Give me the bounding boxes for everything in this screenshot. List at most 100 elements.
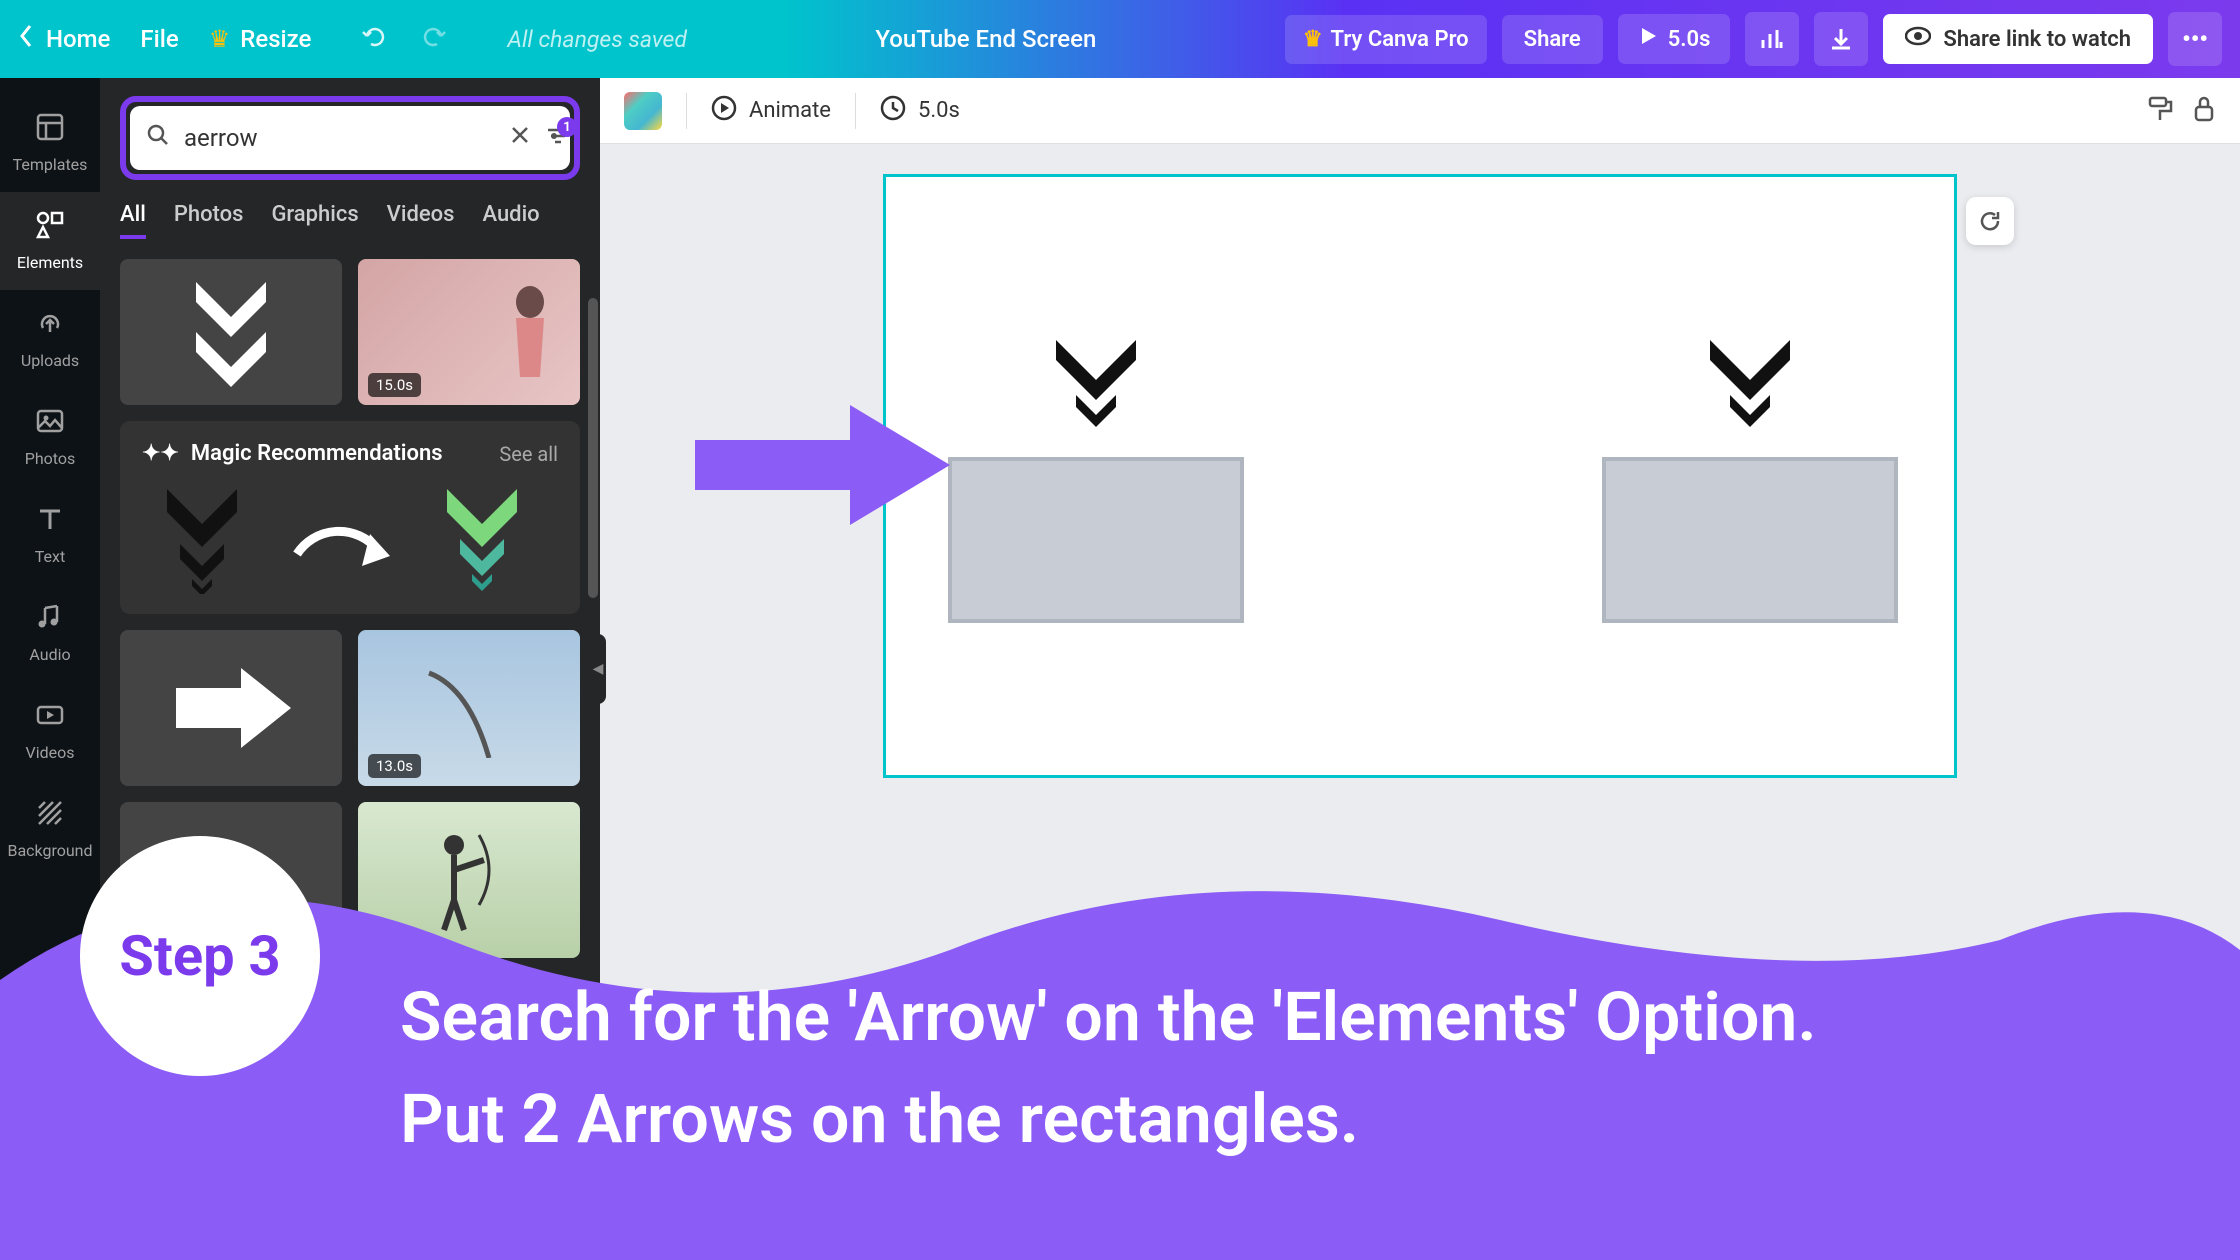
color-picker-button[interactable]	[624, 92, 662, 130]
left-sidebar: Templates Elements Uploads Photos Text A…	[0, 78, 100, 1260]
animate-label: Animate	[749, 98, 831, 123]
tab-all[interactable]: All	[120, 202, 146, 239]
filter-tabs: All Photos Graphics Videos Audio	[120, 202, 580, 239]
sidebar-item-audio[interactable]: Audio	[0, 584, 100, 682]
text-label: Text	[35, 547, 65, 566]
refresh-icon	[1978, 209, 2002, 233]
share-button[interactable]: Share	[1502, 15, 1603, 64]
crown-icon: ♛	[209, 25, 231, 53]
result-row: 15.0s	[120, 259, 580, 405]
result-video-runner[interactable]: 15.0s	[358, 259, 580, 405]
canvas-element-rectangle-2[interactable]	[1602, 457, 1898, 623]
search-input[interactable]	[184, 124, 495, 152]
undo-icon[interactable]	[361, 24, 389, 55]
elements-label: Elements	[17, 253, 83, 272]
background-label: Background	[7, 841, 92, 860]
see-all-button[interactable]: See all	[499, 442, 558, 466]
tab-videos[interactable]: Videos	[387, 202, 455, 239]
sidebar-item-photos[interactable]: Photos	[0, 388, 100, 486]
tab-graphics[interactable]: Graphics	[271, 202, 358, 239]
redo-icon[interactable]	[419, 24, 447, 55]
search-filter-button[interactable]: 1	[545, 123, 571, 153]
share-link-button[interactable]: Share link to watch	[1883, 14, 2153, 64]
paint-roller-icon[interactable]	[2146, 95, 2174, 127]
result-graphic-double-chevron[interactable]	[120, 259, 342, 405]
home-label: Home	[46, 25, 110, 53]
result-graphic-thin-arrow[interactable]	[120, 802, 342, 958]
magic-item-green-chevron[interactable]	[422, 484, 542, 594]
animate-button[interactable]: Animate	[711, 95, 831, 127]
document-title[interactable]: YouTube End Screen	[687, 25, 1285, 53]
right-arrow-icon	[166, 663, 296, 753]
design-canvas[interactable]	[883, 174, 1957, 778]
crown-icon: ♛	[1303, 27, 1323, 52]
search-icon	[146, 123, 170, 153]
sidebar-item-text[interactable]: Text	[0, 486, 100, 584]
sidebar-item-background[interactable]: Background	[0, 780, 100, 878]
elements-panel: 1 All Photos Graphics Videos Audio 15.0s	[100, 78, 600, 1260]
clear-search-button[interactable]	[509, 123, 531, 153]
chevron-left-icon	[18, 24, 34, 54]
resize-button[interactable]: ♛ Resize	[209, 25, 312, 53]
insights-button[interactable]	[1745, 12, 1799, 66]
photos-icon	[35, 406, 65, 443]
canvas-element-arrow-1[interactable]	[1046, 335, 1146, 439]
magic-header: ✦✦ Magic Recommendations See all	[142, 441, 558, 466]
home-button[interactable]: Home	[18, 24, 110, 54]
search-box: 1	[130, 106, 570, 170]
tab-photos[interactable]: Photos	[174, 202, 244, 239]
uploads-label: Uploads	[21, 351, 79, 370]
filter-count-badge: 1	[557, 117, 577, 137]
sidebar-item-elements[interactable]: Elements	[0, 192, 100, 290]
canvas-area: ◀ Animate 5.0s	[600, 78, 2240, 1260]
thin-arrow-icon	[171, 860, 291, 900]
sparkle-icon: ✦✦	[142, 441, 179, 466]
refresh-button[interactable]	[1966, 197, 2014, 245]
try-pro-button[interactable]: ♛ Try Canva Pro	[1285, 15, 1487, 64]
templates-label: Templates	[13, 155, 88, 174]
templates-icon	[35, 112, 65, 149]
duration-button[interactable]: 5.0s	[880, 95, 960, 127]
undo-redo-group	[361, 24, 447, 55]
timeline-playhead-icon[interactable]: ▼	[728, 1151, 744, 1171]
timeline-add-page[interactable]	[856, 1179, 986, 1243]
audio-label: Audio	[29, 645, 70, 664]
lock-icon[interactable]	[2192, 95, 2216, 127]
divider	[686, 93, 687, 129]
sidebar-item-uploads[interactable]: Uploads	[0, 290, 100, 388]
background-icon	[35, 798, 65, 835]
save-status: All changes saved	[507, 26, 687, 53]
result-graphic-right-arrow[interactable]	[120, 630, 342, 786]
result-video-archer[interactable]	[358, 802, 580, 958]
more-menu-button[interactable]: •••	[2168, 12, 2222, 66]
videos-label: Videos	[26, 743, 75, 762]
magic-item-curved-arrow[interactable]	[282, 484, 402, 594]
download-icon	[1828, 26, 1854, 52]
magic-item-black-chevron[interactable]	[142, 484, 262, 594]
sidebar-item-videos[interactable]: Videos	[0, 682, 100, 780]
topbar-right-group: ♛ Try Canva Pro Share 5.0s Share link to…	[1285, 12, 2222, 66]
panel-scrollbar[interactable]	[588, 298, 598, 598]
canvas-element-arrow-2[interactable]	[1700, 335, 1800, 439]
tab-audio[interactable]: Audio	[482, 202, 539, 239]
search-results: 15.0s ✦✦ Magic Recommendations See all	[120, 259, 580, 958]
streetlight-icon	[399, 658, 539, 758]
elements-icon	[35, 210, 65, 247]
play-preview-button[interactable]: 5.0s	[1618, 14, 1731, 64]
result-row: 13.0s	[120, 630, 580, 786]
timeline-page-thumbnail[interactable]	[676, 1179, 836, 1243]
timeline-play-button[interactable]	[630, 1193, 656, 1228]
share-link-label: Share link to watch	[1943, 27, 2131, 52]
eye-icon	[1905, 26, 1931, 52]
divider	[855, 93, 856, 129]
result-row	[120, 802, 580, 958]
file-button[interactable]: File	[140, 25, 178, 53]
ellipsis-icon: •••	[2182, 25, 2208, 53]
search-highlight-frame: 1	[120, 96, 580, 180]
magic-items-row	[142, 484, 558, 594]
canvas-element-rectangle-1[interactable]	[948, 457, 1244, 623]
download-button[interactable]	[1814, 12, 1868, 66]
result-video-streetlight[interactable]: 13.0s	[358, 630, 580, 786]
canvas-toolbar: Animate 5.0s	[600, 78, 2240, 144]
sidebar-item-templates[interactable]: Templates	[0, 94, 100, 192]
